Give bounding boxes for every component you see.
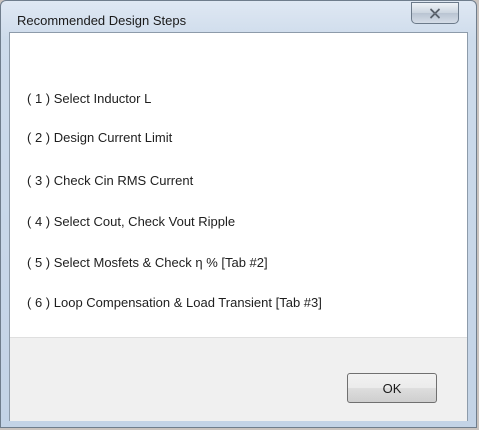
- step-number: ( 6 ): [27, 295, 51, 310]
- step-text: Design Current Limit: [53, 130, 173, 145]
- dialog-body: ( 1 ) Select Inductor L ( 2 ) Design Cur…: [9, 32, 468, 421]
- step-item: ( 2 ) Design Current Limit: [27, 130, 172, 145]
- close-button[interactable]: [411, 2, 459, 24]
- step-item: ( 6 ) Loop Compensation & Load Transient…: [27, 295, 322, 310]
- step-number: ( 1 ): [27, 91, 51, 106]
- step-text: Select Inductor L: [53, 91, 152, 106]
- dialog-title: Recommended Design Steps: [17, 13, 187, 28]
- step-number: ( 4 ): [27, 214, 51, 229]
- close-icon: [429, 7, 441, 19]
- step-item: ( 5 ) Select Mosfets & Check η % [Tab #2…: [27, 255, 268, 270]
- step-number: ( 3 ): [27, 173, 51, 188]
- button-bar: OK: [10, 337, 467, 421]
- step-item: ( 3 ) Check Cin RMS Current: [27, 173, 193, 188]
- step-item: ( 1 ) Select Inductor L: [27, 91, 151, 106]
- step-text: Loop Compensation & Load Transient [Tab …: [53, 295, 322, 310]
- step-number: ( 2 ): [27, 130, 51, 145]
- title-bar[interactable]: Recommended Design Steps: [1, 1, 476, 31]
- steps-panel: ( 1 ) Select Inductor L ( 2 ) Design Cur…: [10, 33, 467, 337]
- step-text: Check Cin RMS Current: [53, 173, 194, 188]
- step-text: Select Cout, Check Vout Ripple: [53, 214, 236, 229]
- dialog-window: Recommended Design Steps ( 1 ) Select In…: [0, 0, 477, 428]
- step-text: Select Mosfets & Check η % [Tab #2]: [53, 255, 268, 270]
- ok-button[interactable]: OK: [347, 373, 437, 403]
- step-item: ( 4 ) Select Cout, Check Vout Ripple: [27, 214, 235, 229]
- step-number: ( 5 ): [27, 255, 51, 270]
